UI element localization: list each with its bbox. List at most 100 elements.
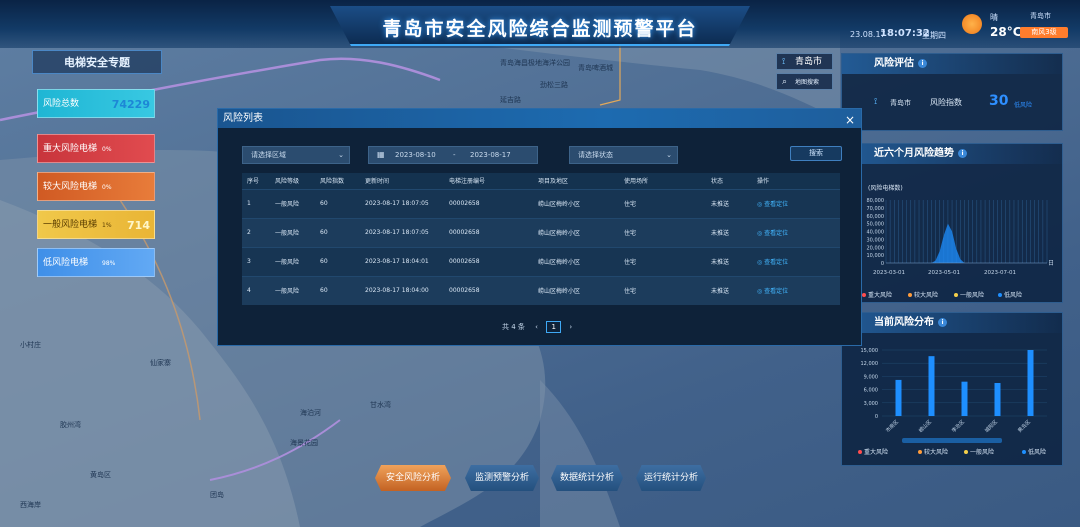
cell-level: 一般风险 <box>270 275 315 305</box>
date-range-picker[interactable]: ▦ 2023-08-10 - 2023-08-17 <box>368 146 538 164</box>
view-location-link[interactable]: ◎ 查看定位 <box>752 246 840 276</box>
stat-label: 较大风险电梯 <box>43 182 98 192</box>
city-tab[interactable]: ⟟ 青岛市 <box>776 53 833 70</box>
table-row[interactable]: 3 一般风险 60 2023-08-17 18:04:01 00002658 崂… <box>242 246 840 276</box>
legend-label: 较大风险 <box>924 448 948 456</box>
stat-general-risk[interactable]: 一般风险电梯 1% 714 <box>37 210 155 239</box>
y-tick-label: 30,000 <box>867 237 885 243</box>
cell-place: 住宅 <box>619 188 706 218</box>
risk-eval-city: 青岛市 <box>890 99 911 107</box>
chevron-down-icon: ⌄ <box>666 151 672 159</box>
y-tick-label: 0 <box>875 414 878 420</box>
nav-safety-risk-analysis[interactable]: 安全风险分析 <box>375 465 451 491</box>
stat-total-risk[interactable]: 风险总数 74229 <box>37 89 155 118</box>
header-weekday: 星期四 <box>922 31 946 40</box>
cell-status: 未推送 <box>706 275 752 305</box>
legend-dot <box>998 293 1002 297</box>
legend-label: 一般风险 <box>960 291 984 299</box>
cell-reg-no: 00002658 <box>444 246 533 276</box>
antenna-icon: ⟟ <box>874 97 878 107</box>
legend-dot <box>862 293 866 297</box>
cell-updated: 2023-08-17 18:07:05 <box>360 217 444 247</box>
view-location-link[interactable]: ◎ 查看定位 <box>752 217 840 247</box>
view-location-label: 查看定位 <box>764 230 789 237</box>
bar <box>1027 350 1034 416</box>
map-label: 海景花园 <box>290 439 318 447</box>
map-label: 胶州湾 <box>60 421 81 429</box>
stat-label: 风险总数 <box>43 99 80 109</box>
y-tick-label: 6,000 <box>864 388 878 394</box>
map-label: 团岛 <box>210 491 224 499</box>
legend-dot <box>964 450 968 454</box>
bar <box>895 379 902 416</box>
stat-value: 74229 <box>111 98 150 111</box>
map-search-button[interactable]: ⌕ 地图搜索 <box>776 73 833 90</box>
map-label: 西海岸 <box>20 501 41 509</box>
column-header: 状态 <box>706 173 752 189</box>
risk-index-value: 30 <box>989 93 1009 109</box>
date-start[interactable]: 2023-08-10 <box>395 147 436 163</box>
x-tick-label: 2023-03-01 <box>873 270 905 276</box>
view-location-label: 查看定位 <box>764 259 789 266</box>
chevron-down-icon: ⌄ <box>338 151 344 159</box>
y-tick-label: 40,000 <box>867 230 885 236</box>
risk-eval-header: 风险评估 i <box>842 54 1062 74</box>
map-label: 小村庄 <box>20 341 41 349</box>
search-button[interactable]: 搜索 <box>790 146 842 161</box>
y-tick-label: 50,000 <box>867 222 885 228</box>
cell-level: 一般风险 <box>270 217 315 247</box>
stat-label: 低风险电梯 <box>43 258 89 268</box>
info-icon[interactable]: i <box>938 317 947 327</box>
stat-low-risk[interactable]: 低风险电梯 98% <box>37 248 155 277</box>
date-end[interactable]: 2023-08-17 <box>470 147 511 163</box>
x-axis-unit: 日 <box>1048 260 1054 267</box>
cell-status: 未推送 <box>706 246 752 276</box>
cell-project: 崂山区梅岭小区 <box>533 246 619 276</box>
nav-data-statistics[interactable]: 数据统计分析 <box>551 465 623 491</box>
x-tick-label: 李沧区 <box>950 418 966 434</box>
nav-monitoring-warning[interactable]: 监测预警分析 <box>465 465 539 491</box>
y-tick-label: 3,000 <box>864 401 878 407</box>
table-row[interactable]: 1 一般风险 60 2023-08-17 18:07:05 00002658 崂… <box>242 188 840 218</box>
nav-operation-statistics[interactable]: 运行统计分析 <box>636 465 706 491</box>
map-label: 海泊河 <box>300 409 321 417</box>
trend-chart: (风险电梯数) 80,000 70,000 60,000 50,000 40,00030,… <box>862 184 1054 299</box>
legend-label: 低风险 <box>1004 291 1022 299</box>
status-select-placeholder: 请选择状态 <box>578 151 613 159</box>
stat-major-risk[interactable]: 重大风险电梯 0% <box>37 134 155 163</box>
column-header: 使用场所 <box>619 173 706 189</box>
left-panel-title: 电梯安全专题 <box>32 50 162 74</box>
page-number-button[interactable]: 1 <box>546 321 562 333</box>
pagination: 共 4 条 ‹ 1 › <box>502 321 572 333</box>
stat-high-risk[interactable]: 较大风险电梯 0% <box>37 172 155 201</box>
info-icon[interactable]: i <box>918 58 927 68</box>
bar <box>961 381 968 416</box>
trend-title: 近六个月风险趋势 <box>874 148 954 159</box>
legend-dot <box>908 293 912 297</box>
trend-area <box>886 223 1047 263</box>
info-icon[interactable]: i <box>958 148 967 158</box>
next-page-button[interactable]: › <box>569 323 572 331</box>
risk-eval-panel: 风险评估 i ⟟ 青岛市 风险指数 30 低风险 <box>841 53 1063 131</box>
risk-eval-title: 风险评估 <box>874 58 914 69</box>
prev-page-button[interactable]: ‹ <box>535 323 538 331</box>
table-row[interactable]: 2 一般风险 60 2023-08-17 18:07:05 00002658 崂… <box>242 217 840 247</box>
close-icon[interactable]: × <box>845 111 855 130</box>
cell-project: 崂山区梅岭小区 <box>533 217 619 247</box>
risk-index-level: 低风险 <box>1014 102 1033 109</box>
region-select[interactable]: 请选择区域 ⌄ <box>242 146 350 164</box>
view-location-link[interactable]: ◎ 查看定位 <box>752 275 840 305</box>
wind-badge[interactable]: 南风3级 <box>1020 27 1068 38</box>
weather-desc: 晴 <box>990 13 998 22</box>
cell-index: 1 <box>242 188 270 218</box>
map-label: 青岛啤酒城 <box>578 64 613 72</box>
map-label: 黄岛区 <box>90 471 111 479</box>
view-location-link[interactable]: ◎ 查看定位 <box>752 188 840 218</box>
cell-updated: 2023-08-17 18:07:05 <box>360 188 444 218</box>
cell-reg-no: 00002658 <box>444 275 533 305</box>
stat-label: 重大风险电梯 <box>43 144 98 154</box>
table-row[interactable]: 4 一般风险 60 2023-08-17 18:04:00 00002658 崂… <box>242 275 840 305</box>
cell-updated: 2023-08-17 18:04:00 <box>360 275 444 305</box>
status-select[interactable]: 请选择状态 ⌄ <box>569 146 678 164</box>
trend-panel: 近六个月风险趋势 i (风险电梯数) 80,000 70,000 60,000 50,00… <box>841 143 1063 303</box>
